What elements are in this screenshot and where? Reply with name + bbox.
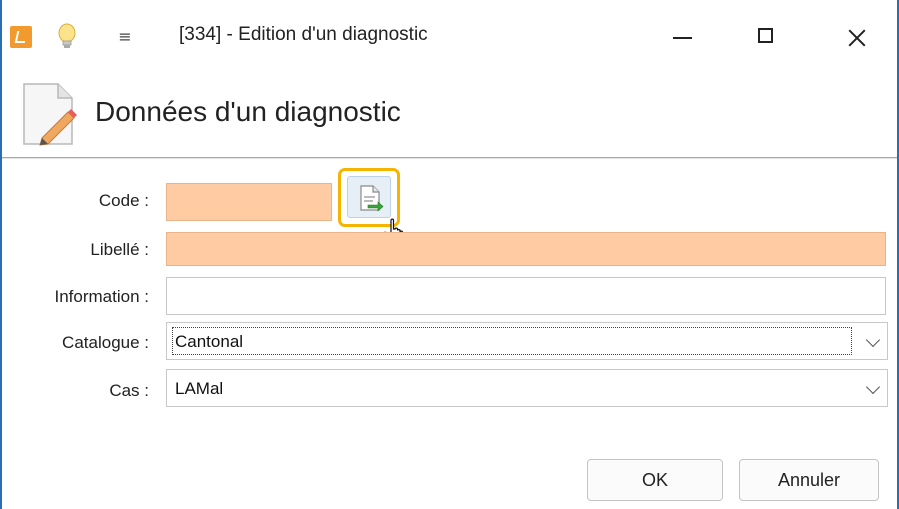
close-button[interactable] [833, 18, 879, 56]
document-edit-icon [23, 83, 77, 146]
lightbulb-icon[interactable] [54, 22, 80, 52]
ok-button[interactable]: OK [587, 459, 723, 501]
app-icon[interactable] [10, 26, 32, 48]
cas-selected-value: LAMal [175, 379, 224, 398]
information-label: Information : [54, 287, 150, 306]
chevron-down-icon[interactable] [865, 332, 881, 348]
cas-label: Cas : [109, 381, 149, 400]
header-title: Données d'un diagnostic [95, 96, 401, 127]
cas-select[interactable]: LAMal [166, 369, 888, 407]
code-field[interactable] [166, 183, 332, 221]
quick-access-icon[interactable]: ≡ [114, 26, 136, 48]
catalogue-selected-value: Cantonal [175, 332, 244, 351]
minimize-button[interactable] [659, 18, 705, 56]
dialog-header: Données d'un diagnostic [2, 58, 897, 158]
header-divider-shadow [2, 158, 897, 159]
dialog-window: ≡ [334] - Edition d'un diagnostic Donnée… [0, 0, 899, 509]
window-title: [334] - Edition d'un diagnostic [179, 24, 428, 45]
information-field[interactable] [166, 277, 886, 315]
maximize-button[interactable] [743, 18, 789, 56]
focus-indicator [172, 327, 852, 355]
catalogue-select[interactable]: Cantonal [166, 322, 888, 360]
chevron-down-icon[interactable] [865, 379, 881, 395]
document-arrow-icon [360, 185, 384, 212]
libelle-label: Libellé : [90, 240, 149, 259]
libelle-field[interactable] [166, 232, 886, 266]
catalogue-label: Catalogue : [62, 333, 149, 352]
cancel-button[interactable]: Annuler [739, 459, 879, 501]
code-lookup-button[interactable] [347, 176, 391, 218]
code-label: Code : [98, 191, 149, 210]
title-bar[interactable]: ≡ [334] - Edition d'un diagnostic [2, 0, 897, 58]
